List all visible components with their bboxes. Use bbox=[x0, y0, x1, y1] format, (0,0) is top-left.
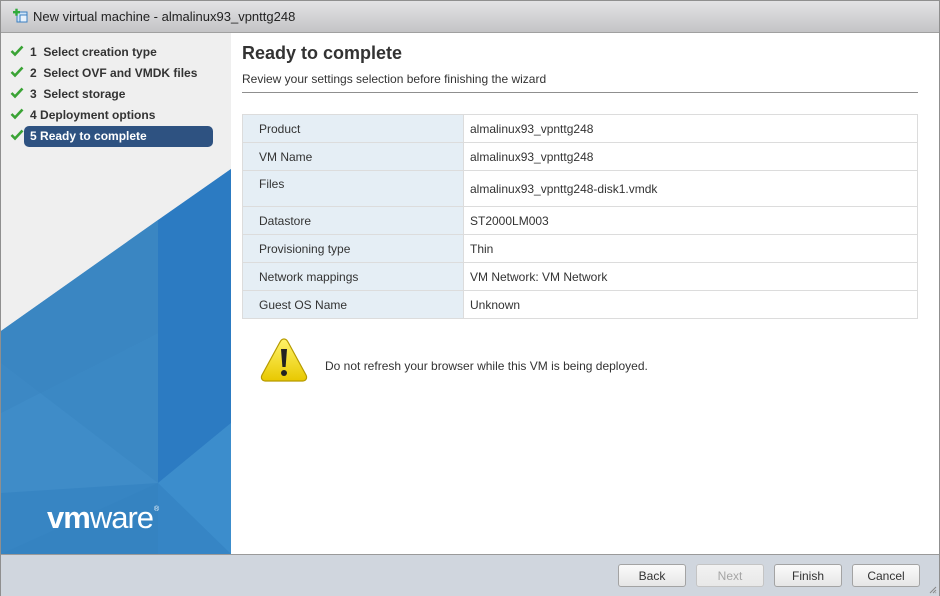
summary-key: Datastore bbox=[242, 206, 464, 235]
page-subtitle: Review your settings selection before fi… bbox=[242, 72, 547, 86]
step-number: 2 bbox=[30, 66, 37, 80]
wizard-steps: 1 Select creation type 2 Select OVF and … bbox=[1, 42, 231, 147]
summary-value: VM Network: VM Network bbox=[463, 262, 918, 291]
table-row: Datastore ST2000LM003 bbox=[242, 206, 918, 235]
step-deployment-options[interactable]: 4 Deployment options bbox=[1, 105, 231, 126]
step-number: 5 bbox=[30, 129, 37, 143]
warning-icon bbox=[260, 338, 308, 382]
summary-key: Guest OS Name bbox=[242, 290, 464, 319]
step-label: Deployment options bbox=[40, 108, 156, 122]
check-icon bbox=[10, 45, 24, 57]
table-row: Provisioning type Thin bbox=[242, 234, 918, 263]
step-number: 1 bbox=[30, 45, 37, 59]
step-number: 3 bbox=[30, 87, 37, 101]
check-icon bbox=[10, 66, 24, 78]
summary-key: Files bbox=[242, 170, 464, 207]
logo-ware: ware bbox=[89, 500, 154, 535]
step-label: Select OVF and VMDK files bbox=[43, 66, 198, 80]
wizard-sidebar: 1 Select creation type 2 Select OVF and … bbox=[1, 33, 231, 554]
vmware-logo: vmware® bbox=[47, 500, 159, 536]
summary-key: Network mappings bbox=[242, 262, 464, 291]
table-row: Files almalinux93_vpnttg248-disk1.vmdk bbox=[242, 170, 918, 207]
wizard-content: Ready to complete Review your settings s… bbox=[232, 33, 939, 554]
step-select-storage[interactable]: 3 Select storage bbox=[1, 84, 231, 105]
summary-table: Product almalinux93_vpnttg248 VM Name al… bbox=[242, 114, 918, 319]
wizard-window: New virtual machine - almalinux93_vpnttg… bbox=[0, 0, 940, 596]
wizard-footer: Back Next Finish Cancel bbox=[1, 554, 939, 596]
new-vm-icon bbox=[13, 8, 28, 23]
window-title: New virtual machine - almalinux93_vpnttg… bbox=[33, 9, 296, 24]
summary-key: VM Name bbox=[242, 142, 464, 171]
page-title: Ready to complete bbox=[242, 43, 403, 63]
table-row: VM Name almalinux93_vpnttg248 bbox=[242, 142, 918, 171]
title-bar[interactable]: New virtual machine - almalinux93_vpnttg… bbox=[1, 1, 939, 33]
header-divider bbox=[242, 92, 918, 93]
step-label: Select storage bbox=[43, 87, 126, 101]
table-row: Guest OS Name Unknown bbox=[242, 290, 918, 319]
back-button[interactable]: Back bbox=[618, 564, 686, 587]
logo-vm: vm bbox=[47, 500, 91, 535]
warning-text: Do not refresh your browser while this V… bbox=[325, 359, 648, 373]
step-select-creation-type[interactable]: 1 Select creation type bbox=[1, 42, 231, 63]
step-number: 4 bbox=[30, 108, 37, 122]
summary-value: almalinux93_vpnttg248 bbox=[463, 142, 918, 171]
step-ready-to-complete[interactable]: 5 Ready to complete bbox=[1, 126, 231, 147]
summary-value: almalinux93_vpnttg248 bbox=[463, 114, 918, 143]
table-row: Network mappings VM Network: VM Network bbox=[242, 262, 918, 291]
table-row: Product almalinux93_vpnttg248 bbox=[242, 114, 918, 143]
cancel-button[interactable]: Cancel bbox=[852, 564, 920, 587]
check-icon bbox=[10, 129, 24, 141]
summary-key: Provisioning type bbox=[242, 234, 464, 263]
summary-value: Thin bbox=[463, 234, 918, 263]
step-label: Ready to complete bbox=[40, 129, 147, 143]
finish-button[interactable]: Finish bbox=[774, 564, 842, 587]
resize-grip-icon[interactable] bbox=[929, 586, 937, 594]
step-label: Select creation type bbox=[43, 45, 157, 59]
summary-value: almalinux93_vpnttg248-disk1.vmdk bbox=[463, 170, 918, 207]
next-button[interactable]: Next bbox=[696, 564, 764, 587]
summary-key: Product bbox=[242, 114, 464, 143]
step-select-ovf-vmdk[interactable]: 2 Select OVF and VMDK files bbox=[1, 63, 231, 84]
logo-registered: ® bbox=[154, 506, 159, 513]
summary-value: Unknown bbox=[463, 290, 918, 319]
check-icon bbox=[10, 108, 24, 120]
summary-value: ST2000LM003 bbox=[463, 206, 918, 235]
check-icon bbox=[10, 87, 24, 99]
